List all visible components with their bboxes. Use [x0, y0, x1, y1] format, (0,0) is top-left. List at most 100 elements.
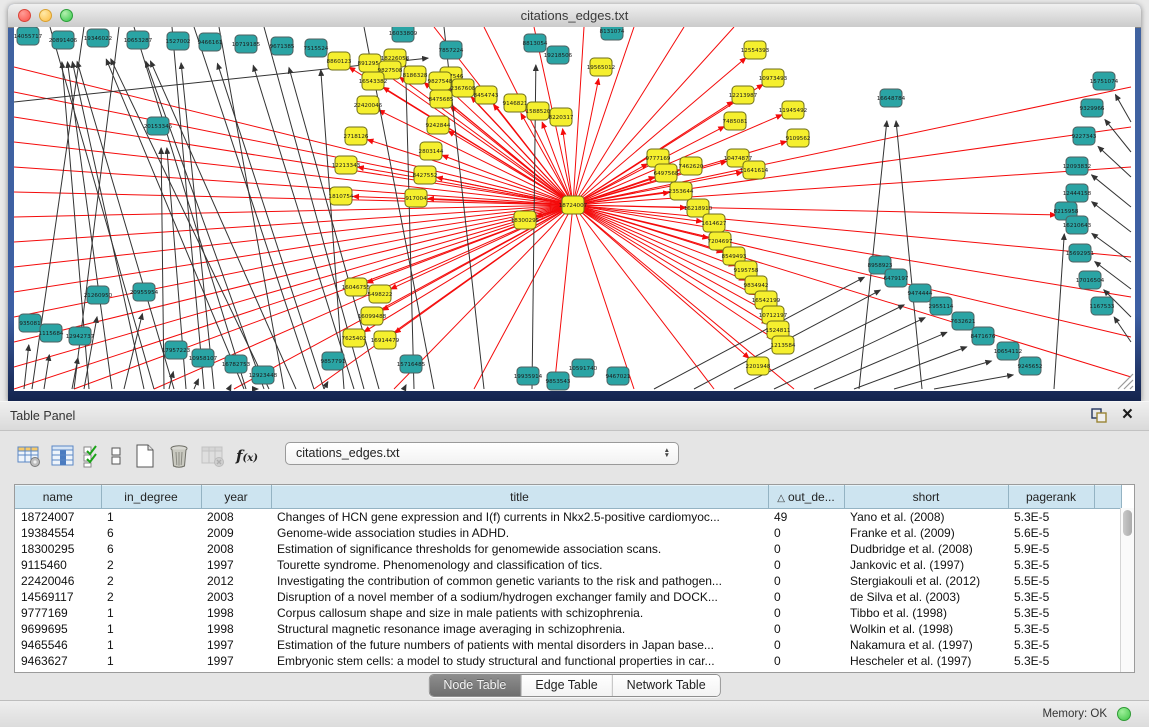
- network-node[interactable]: 12213343: [332, 156, 361, 174]
- network-node[interactable]: 12093832: [1063, 157, 1091, 175]
- network-node[interactable]: 20955954: [130, 283, 159, 301]
- network-node[interactable]: 10958107: [189, 349, 218, 367]
- network-node[interactable]: 16782753: [222, 355, 251, 373]
- network-node[interactable]: 9109562: [786, 129, 811, 147]
- network-node[interactable]: 9671385: [270, 37, 295, 55]
- hub-network-node[interactable]: 18724007: [559, 196, 588, 214]
- network-node[interactable]: 16033809: [389, 27, 418, 42]
- network-node[interactable]: 11641614: [740, 161, 769, 179]
- network-node[interactable]: 8427552: [413, 166, 438, 184]
- table-selector-dropdown[interactable]: citations_edges.txt ▲▼: [285, 442, 679, 465]
- network-node[interactable]: 9466161: [198, 33, 223, 51]
- network-node[interactable]: 16648784: [877, 89, 906, 107]
- network-node[interactable]: 11945492: [779, 101, 807, 119]
- window-titlebar[interactable]: citations_edges.txt: [8, 4, 1141, 28]
- network-node[interactable]: 917004: [405, 189, 427, 207]
- table-row[interactable]: 1456911722003Disruption of a novel membe…: [15, 589, 1121, 605]
- network-node[interactable]: 9227343: [1072, 127, 1097, 145]
- network-node[interactable]: 6479197: [884, 269, 909, 287]
- network-node[interactable]: 7515524: [304, 39, 329, 57]
- new-document-icon[interactable]: [128, 440, 162, 472]
- network-node[interactable]: 8860123: [327, 52, 352, 70]
- close-panel-icon[interactable]: ×: [1122, 404, 1133, 426]
- function-builder-icon[interactable]: f(x): [230, 440, 264, 472]
- network-node[interactable]: 9146821: [503, 94, 528, 112]
- network-node[interactable]: 10973493: [759, 69, 788, 87]
- network-node[interactable]: 22420046: [354, 96, 383, 114]
- network-node[interactable]: 15751074: [1090, 72, 1119, 90]
- network-canvas[interactable]: 8860123891295418226058982750881863281654…: [14, 27, 1135, 391]
- network-node[interactable]: 2201948: [746, 357, 771, 375]
- column-header-out_de...[interactable]: △out_de...: [768, 486, 844, 509]
- network-node[interactable]: 9467021: [606, 367, 631, 385]
- network-node[interactable]: 16210643: [1063, 216, 1092, 234]
- network-node[interactable]: 7625402: [342, 329, 367, 347]
- network-node[interactable]: 9474444: [908, 284, 933, 302]
- network-node[interactable]: 7857224: [439, 41, 464, 59]
- network-node[interactable]: 9242844: [426, 116, 451, 134]
- network-node[interactable]: 15692951: [1066, 244, 1095, 262]
- table-settings-icon[interactable]: [12, 440, 46, 472]
- network-node[interactable]: 21260950: [84, 286, 113, 304]
- network-node[interactable]: 1810754: [329, 187, 354, 205]
- column-header-in_degree[interactable]: in_degree: [101, 486, 201, 509]
- network-node[interactable]: 10719185: [232, 35, 261, 53]
- select-columns-icon[interactable]: [80, 440, 104, 472]
- node-table[interactable]: namein_degreeyeartitle△out_de...shortpag…: [14, 484, 1135, 673]
- column-header-year[interactable]: year: [201, 486, 271, 509]
- network-node[interactable]: 20891406: [49, 31, 78, 49]
- network-node[interactable]: 1614627: [702, 214, 727, 232]
- network-node[interactable]: 19565012: [587, 58, 615, 76]
- table-row[interactable]: 911546021997Tourette syndrome. Phenomeno…: [15, 557, 1121, 573]
- network-node[interactable]: 14055717: [14, 27, 43, 45]
- network-node[interactable]: 19346022: [84, 29, 112, 47]
- table-row[interactable]: 1938455462009Genome-wide association stu…: [15, 525, 1121, 541]
- network-node[interactable]: 16046755: [342, 278, 371, 296]
- column-header-short[interactable]: short: [844, 486, 1008, 509]
- delete-icon[interactable]: [162, 440, 196, 472]
- vertical-scrollbar[interactable]: [1120, 508, 1134, 673]
- network-node[interactable]: 935081: [19, 314, 41, 332]
- network-node[interactable]: 1167533: [1090, 297, 1115, 315]
- float-panel-icon[interactable]: [1091, 408, 1107, 423]
- network-node[interactable]: 12213987: [729, 86, 758, 104]
- network-node[interactable]: 1527002: [166, 32, 191, 50]
- network-node[interactable]: 1115684: [39, 324, 64, 342]
- network-node[interactable]: 8454743: [474, 86, 499, 104]
- network-node[interactable]: 1588520: [526, 102, 551, 120]
- network-node[interactable]: 8220317: [549, 108, 574, 126]
- column-header-pagerank[interactable]: pagerank: [1008, 486, 1094, 509]
- network-node[interactable]: 12942737: [66, 327, 95, 345]
- network-node[interactable]: 9245652: [1018, 357, 1043, 375]
- network-node[interactable]: 8471676: [971, 327, 996, 345]
- network-node[interactable]: 6497568: [654, 164, 679, 182]
- table-row[interactable]: 2242004622012Investigating the contribut…: [15, 573, 1121, 589]
- network-node[interactable]: 5498222: [368, 285, 393, 303]
- network-node[interactable]: 2803144: [419, 142, 444, 160]
- network-node[interactable]: 8475685: [429, 90, 454, 108]
- network-node[interactable]: 9329966: [1080, 99, 1105, 117]
- network-node[interactable]: 2955114: [929, 297, 954, 315]
- network-node[interactable]: 8131074: [600, 27, 625, 40]
- network-node[interactable]: 19935914: [514, 367, 543, 385]
- network-node[interactable]: 8813054: [523, 34, 548, 52]
- network-node[interactable]: 10654112: [994, 342, 1022, 360]
- table-row[interactable]: 1830029562008Estimation of significance …: [15, 541, 1121, 557]
- network-node[interactable]: 16543382: [359, 72, 387, 90]
- network-node[interactable]: 1213584: [771, 336, 796, 354]
- network-node[interactable]: 15716485: [397, 355, 426, 373]
- network-node[interactable]: 17957223: [162, 341, 191, 359]
- network-node[interactable]: 19218506: [544, 46, 573, 64]
- column-header-title[interactable]: title: [271, 486, 768, 509]
- column-header-name[interactable]: name: [15, 486, 101, 509]
- scrollbar-thumb[interactable]: [1123, 510, 1132, 536]
- tab-network-table[interactable]: Network Table: [613, 675, 720, 696]
- network-node[interactable]: 10591740: [569, 359, 598, 377]
- network-node[interactable]: 7462620: [679, 157, 704, 175]
- table-row[interactable]: 969969511998Structural magnetic resonanc…: [15, 621, 1121, 637]
- network-node[interactable]: 9827548: [428, 72, 453, 90]
- table-row[interactable]: 946362711997Embryonic stem cells: a mode…: [15, 653, 1121, 669]
- table-row[interactable]: 1872400712008Changes of HCN gene express…: [15, 509, 1121, 525]
- network-node[interactable]: 16914479: [371, 331, 400, 349]
- network-node[interactable]: 7632621: [951, 312, 976, 330]
